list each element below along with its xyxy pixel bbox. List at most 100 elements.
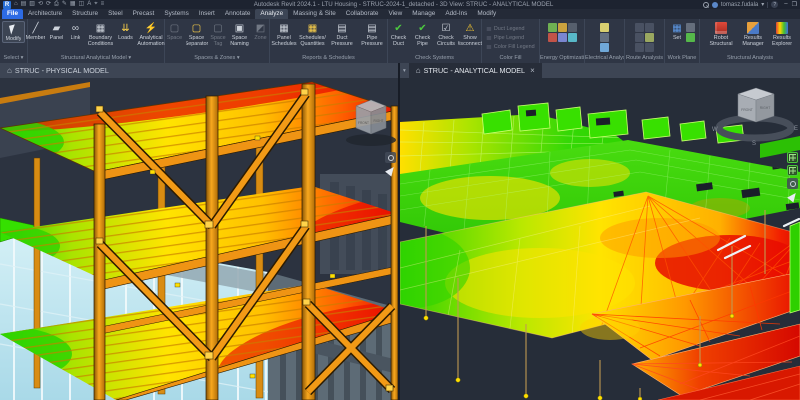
viewcube-west-label[interactable]: W [712, 127, 718, 133]
tab-view[interactable]: View [383, 9, 407, 19]
link-button[interactable]: ∞ Link [67, 21, 84, 41]
print-icon[interactable]: ⎙ [54, 0, 59, 9]
redo-icon[interactable]: ⟳ [46, 0, 51, 9]
loads-button[interactable]: ⇊ Loads [117, 21, 134, 41]
text-icon[interactable]: A [87, 0, 91, 9]
spatial-grid-icon[interactable] [645, 33, 654, 42]
analytical-model-viewport[interactable]: W S E FRONT RIGHT [400, 78, 800, 400]
panel-schedules-button[interactable]: ▦ Panel Schedules [271, 21, 298, 47]
color-fill-legend-button[interactable]: ≣ Color Fill Legend [486, 42, 535, 51]
panel-label-route[interactable]: Route Analysis [625, 54, 664, 63]
space-tag-button[interactable]: ▢ Space Tag [209, 21, 228, 47]
tab-architecture[interactable]: Architecture [23, 9, 67, 19]
electrical-loads-icon[interactable] [600, 33, 609, 42]
work-plane-viewer-icon[interactable] [686, 33, 695, 42]
tab-file[interactable]: File [2, 9, 23, 19]
view-list-chevron-icon[interactable]: ▾ [400, 68, 409, 74]
steering-wheel-icon[interactable] [787, 178, 798, 189]
results-explorer-button[interactable]: Results Explorer [768, 21, 796, 47]
panel-label-sam[interactable]: Structural Analytical Model ▾ [28, 54, 164, 63]
user-name[interactable]: tomasz.fudala [721, 2, 758, 8]
search-icon[interactable] [703, 2, 709, 8]
user-avatar[interactable] [712, 2, 718, 8]
space-button[interactable]: ▢ Space [165, 21, 185, 41]
tab-systems[interactable]: Systems [159, 9, 194, 19]
panel-label-reports[interactable]: Reports & Schedules [270, 54, 387, 63]
thin-lines-icon[interactable]: ≡ [101, 0, 105, 9]
spatial-grid-icon[interactable] [787, 152, 798, 163]
restore-button[interactable]: ❐ [792, 1, 797, 8]
tab-insert[interactable]: Insert [194, 9, 220, 19]
minimize-button[interactable]: – [784, 1, 787, 8]
steering-wheel-icon[interactable] [385, 152, 396, 163]
panel-label-structural[interactable]: Structural Analysis [700, 54, 800, 63]
energy-settings-icon[interactable] [548, 23, 557, 32]
tab-add-ins[interactable]: Add-Ins [440, 9, 472, 19]
electrical-report-icon[interactable] [600, 43, 609, 52]
panel-label-check[interactable]: Check Systems [388, 54, 481, 63]
tab-precast[interactable]: Precast [128, 9, 160, 19]
pipe-pressure-loss-report-button[interactable]: ▤ Pipe Pressure Loss Report [358, 21, 387, 47]
route-analysis-settings-icon[interactable] [645, 23, 654, 32]
show-disconnects-button[interactable]: ⚠ Show Disconnects [458, 21, 482, 47]
boundary-conditions-button[interactable]: ▦ Boundary Conditions [85, 21, 116, 47]
help-icon[interactable]: ? [771, 1, 778, 8]
pipe-legend-button[interactable]: ≣ Pipe Legend [486, 33, 524, 42]
physical-model-viewport[interactable]: FRONT RIGHT [0, 78, 398, 400]
analytical-automation-button[interactable]: ⚡ Analytical Automation [135, 21, 167, 47]
optimize-icon[interactable] [558, 33, 567, 42]
panel-label-colorfill[interactable]: Color Fill [482, 54, 539, 63]
member-button[interactable]: ╱ Member [25, 21, 46, 41]
tab-manage[interactable]: Manage [407, 9, 440, 19]
tab-massing-site[interactable]: Massing & Site [288, 9, 341, 19]
check-duct-systems-button[interactable]: ✔ Check Duct Systems [387, 21, 410, 47]
panel-label-energy[interactable]: Energy Optimization [540, 54, 584, 63]
panel-label-workplane[interactable]: Work Plane [665, 54, 699, 63]
check-pipe-systems-button[interactable]: ✔ Check Pipe Systems [411, 21, 434, 47]
physical-model-canvas[interactable]: FRONT RIGHT [0, 78, 398, 400]
measure-icon[interactable]: ✎ [62, 0, 67, 9]
delete-energy-model-icon[interactable] [568, 23, 577, 32]
tab-struc-physical-model[interactable]: ⌂ STRUC - PHYSICAL MODEL [0, 63, 116, 78]
tab-structure[interactable]: Structure [67, 9, 103, 19]
create-energy-model-icon[interactable] [558, 23, 567, 32]
tab-annotate[interactable]: Annotate [220, 9, 256, 19]
close-view-icon[interactable]: × [530, 66, 535, 75]
schedules-quantities-button[interactable]: ▦ Schedules/ Quantities [299, 21, 327, 47]
default-3d-view-icon[interactable]: ⌖ [94, 0, 97, 9]
tag-icon[interactable]: ▦ [70, 0, 76, 9]
revit-logo-icon[interactable]: R [3, 1, 11, 9]
viewcube-east-label[interactable]: E [794, 126, 798, 132]
systems-analysis-icon[interactable] [568, 33, 577, 42]
duct-pressure-loss-report-button[interactable]: ▤ Duct Pressure Loss Report [328, 21, 357, 47]
panel-label-select[interactable]: Select ▾ [0, 54, 27, 63]
robot-structural-analysis-button[interactable]: Robot Structural Analysis [704, 21, 738, 47]
tab-modify[interactable]: Modify [472, 9, 501, 19]
reveal-obstacles-icon[interactable] [645, 43, 654, 52]
zoom-tool-icon[interactable] [385, 164, 397, 176]
update-paths-icon[interactable] [635, 43, 644, 52]
path-of-travel-icon[interactable] [635, 23, 644, 32]
duct-legend-button[interactable]: ≣ Duct Legend [486, 24, 524, 33]
user-menu-chevron-icon[interactable]: ▾ [761, 1, 764, 8]
home-icon[interactable]: ⌂ [14, 0, 18, 9]
panel-label-spaces[interactable]: Spaces & Zones ▾ [165, 54, 269, 63]
space-naming-button[interactable]: ▣ Space Naming [229, 21, 251, 47]
section-icon[interactable]: ◫ [79, 0, 85, 9]
viewcube-south-label[interactable]: S [752, 141, 756, 147]
tab-analyze[interactable]: Analyze [255, 9, 288, 19]
results-manager-button[interactable]: Results Manager [739, 21, 767, 47]
multiple-paths-icon[interactable] [635, 33, 644, 42]
check-circuits-button[interactable]: ☑ Check Circuits [435, 21, 457, 47]
analysis-display-icon[interactable] [787, 165, 798, 176]
undo-icon[interactable]: ⟲ [38, 0, 43, 9]
electrical-settings-icon[interactable] [600, 23, 609, 32]
modify-button[interactable]: Modify [2, 21, 26, 43]
analytical-model-canvas[interactable]: W S E FRONT RIGHT [400, 78, 800, 400]
generate-icon[interactable] [548, 33, 557, 42]
tab-collaborate[interactable]: Collaborate [341, 9, 384, 19]
space-separator-button[interactable]: ▢ Space Separator [186, 21, 208, 47]
set-work-plane-button[interactable]: ▦ Set [669, 21, 685, 41]
tab-struc-analytical-model[interactable]: ⌂ STRUC - ANALYTICAL MODEL × [409, 63, 542, 78]
tab-steel[interactable]: Steel [103, 9, 128, 19]
